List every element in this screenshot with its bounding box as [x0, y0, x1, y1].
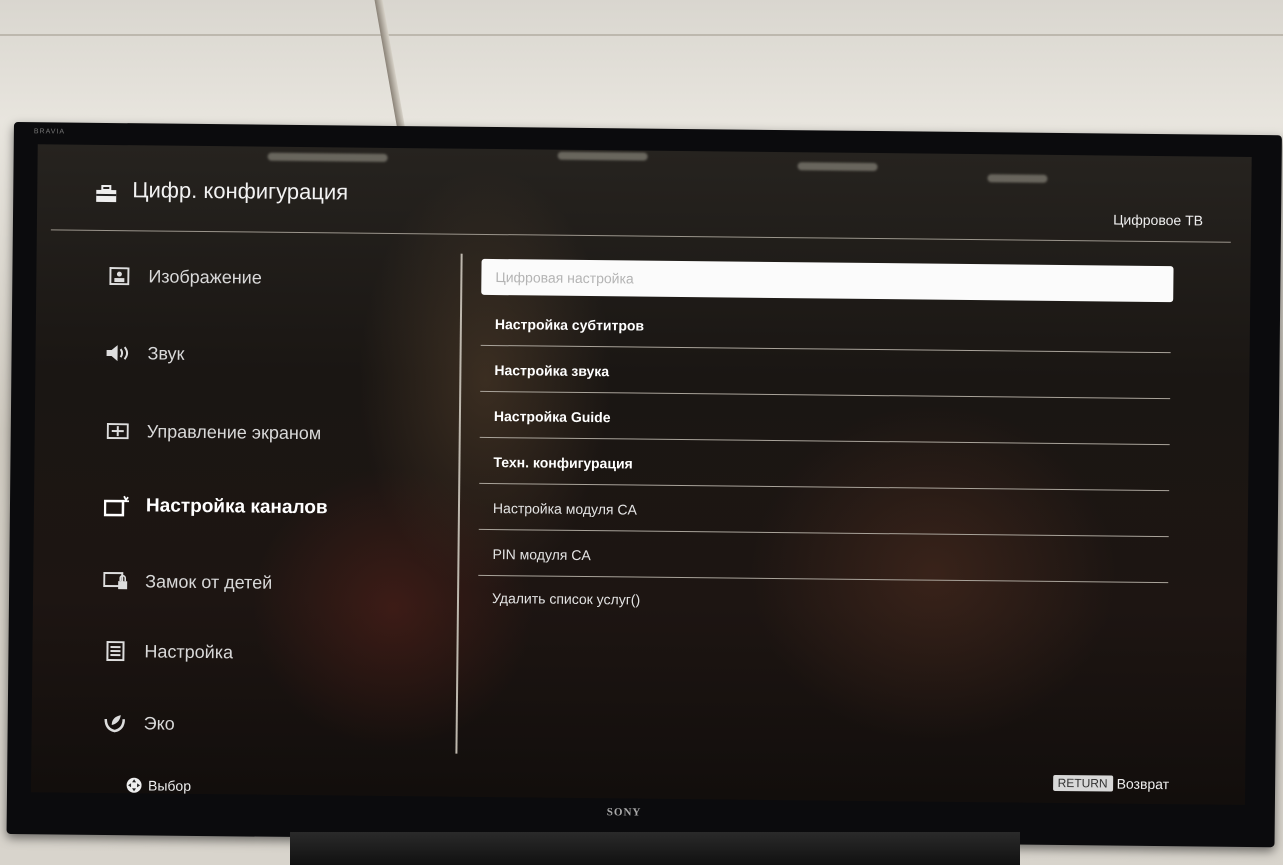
- input-source-label: Цифровое ТВ: [1113, 211, 1204, 229]
- shelf-pole: [374, 0, 406, 130]
- settings-icon: [102, 640, 128, 662]
- select-hint-label: Выбор: [147, 777, 192, 794]
- sidebar-item-label: Настройка каналов: [145, 495, 328, 519]
- return-hint-label: Возврат: [1116, 775, 1170, 793]
- sidebar-item-label: Изображение: [148, 265, 262, 288]
- menu-item-label: Удалить список услуг(): [491, 590, 641, 608]
- return-key-badge: RETURN: [1052, 774, 1113, 792]
- panel-divider: [455, 253, 463, 754]
- picture-icon: [106, 265, 132, 287]
- menu-item-digital-tuning[interactable]: Цифровая настройка: [481, 258, 1174, 303]
- eco-icon: [102, 712, 128, 734]
- menu-item-label: Техн. конфигурация: [493, 454, 633, 472]
- sidebar-item-channel-setup[interactable]: Настройка каналов: [103, 495, 328, 519]
- menu-item-tech-config[interactable]: Техн. конфигурация: [479, 444, 1171, 487]
- sidebar-item-label: Замок от детей: [145, 570, 273, 593]
- sidebar-item-label: Настройка: [144, 640, 234, 662]
- menu-item-label: Цифровая настройка: [495, 269, 634, 287]
- menu-item-subtitle-setup[interactable]: Настройка субтитров: [481, 306, 1173, 349]
- sidebar-item-label: Эко: [143, 712, 175, 734]
- channel-setup-icon: [103, 495, 130, 517]
- wall-line: [0, 34, 1283, 36]
- return-hint: RETURN Возврат: [1052, 774, 1170, 793]
- select-hint: Выбор: [126, 777, 191, 794]
- sidebar-item-label: Звук: [147, 342, 185, 364]
- page-title: Цифр. конфигурация: [132, 177, 349, 205]
- tv-frame: BRAVIA Цифр. конфигурация Цифровое ТВ Из…: [6, 122, 1282, 848]
- tv-stand: [290, 832, 1020, 865]
- sidebar-item-screen-control[interactable]: Управление экраном: [105, 420, 322, 444]
- menu-item-ca-module-pin[interactable]: PIN модуля CA: [478, 536, 1170, 579]
- menu-item-label: Настройка Guide: [493, 408, 611, 426]
- menu-item-audio-setup[interactable]: Настройка звука: [480, 352, 1172, 395]
- menu-item-guide-setup[interactable]: Настройка Guide: [480, 398, 1172, 441]
- tv-brand: BRAVIA: [33, 128, 66, 136]
- sidebar-item-label: Управление экраном: [146, 420, 322, 443]
- speaker-icon: [105, 342, 131, 364]
- menu-item-label: PIN модуля CA: [492, 546, 591, 564]
- sidebar-item-parental-lock[interactable]: Замок от детей: [103, 570, 272, 594]
- menu-item-label: Настройка субтитров: [494, 316, 645, 334]
- sidebar-item-picture[interactable]: Изображение: [106, 265, 262, 289]
- sidebar-item-sound[interactable]: Звук: [105, 342, 185, 365]
- header-divider: [50, 229, 1231, 243]
- tv-logo: SONY: [606, 806, 642, 819]
- menu-item-ca-module-setup[interactable]: Настройка модуля CA: [479, 490, 1171, 533]
- parental-lock-icon: [103, 570, 129, 592]
- tv-screen: Цифр. конфигурация Цифровое ТВ Изображен…: [30, 144, 1252, 805]
- menu-item-delete-service-list[interactable]: Удалить список услуг(): [478, 580, 1170, 623]
- sidebar-item-settings[interactable]: Настройка: [102, 640, 233, 663]
- toolbox-icon: [95, 184, 117, 203]
- screen-control-icon: [105, 420, 131, 442]
- dpad-icon: [126, 777, 142, 793]
- sidebar-item-eco[interactable]: Эко: [102, 712, 175, 735]
- menu-item-label: Настройка звука: [494, 362, 610, 380]
- menu-item-label: Настройка модуля CA: [492, 500, 637, 518]
